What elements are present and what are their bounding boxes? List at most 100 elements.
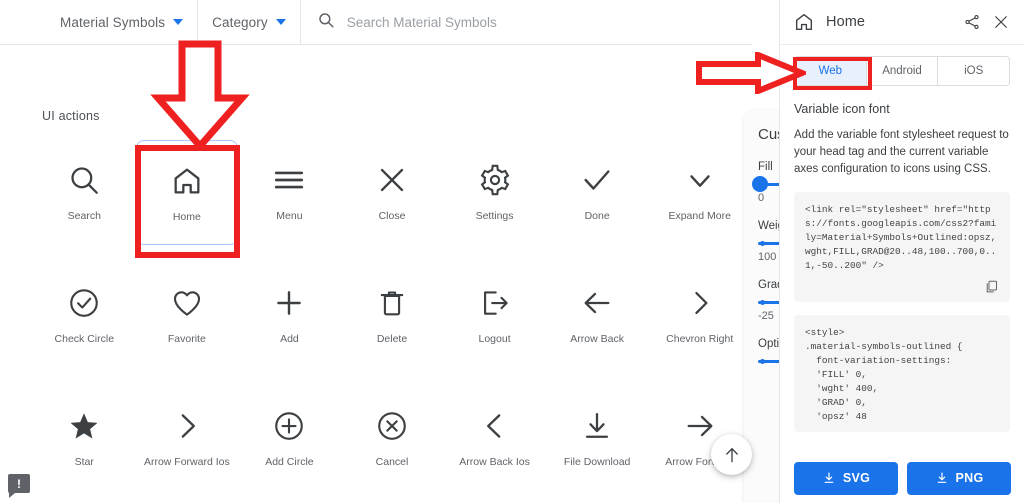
share-icon[interactable]: [963, 13, 981, 31]
icon-label: Settings: [475, 210, 514, 222]
close-icon[interactable]: [992, 13, 1010, 31]
top-toolbar: Material Symbols Category: [0, 0, 752, 45]
icon-cell-arrow-back-ios[interactable]: Arrow Back Ios: [443, 386, 546, 491]
icon-label: Close: [378, 210, 406, 222]
icon-label: Arrow Back: [570, 333, 624, 345]
icon-label: Add Circle: [265, 456, 314, 468]
check-icon: [580, 154, 614, 206]
search-input[interactable]: [346, 14, 752, 30]
variable-font-description: Add the variable font stylesheet request…: [794, 129, 1009, 175]
menu-icon: [272, 154, 306, 206]
icon-cell-logout[interactable]: Logout: [443, 263, 546, 368]
icon-cell-settings[interactable]: Settings: [443, 140, 546, 245]
search-container[interactable]: [301, 0, 752, 45]
icon-gallery: UI actions Search Home Menu Close Settin…: [0, 45, 752, 503]
icon-cell-chevron-right[interactable]: Chevron Right: [648, 263, 751, 368]
home-icon: [793, 11, 815, 33]
tab-web[interactable]: Web: [794, 56, 867, 86]
category-selector[interactable]: Category: [198, 0, 301, 45]
cancel-circle-icon: [375, 400, 409, 452]
family-selector-label: Material Symbols: [60, 14, 166, 30]
icon-cell-add-circle[interactable]: Add Circle: [238, 386, 341, 491]
chevron-left-thin-icon: [478, 400, 512, 452]
code-block-style[interactable]: <style> .material-symbols-outlined { fon…: [794, 315, 1010, 432]
code-block-link[interactable]: <link rel="stylesheet" href="https://fon…: [794, 192, 1010, 302]
chevron-down-icon: [173, 19, 184, 25]
icon-cell-file-download[interactable]: File Download: [546, 386, 649, 491]
download-icon: [937, 472, 946, 483]
variable-font-heading: Variable icon font: [794, 102, 890, 116]
icon-cell-cancel[interactable]: Cancel: [341, 386, 444, 491]
icon-label: Home: [172, 211, 201, 223]
download-icon: [824, 472, 834, 483]
star-filled-icon: [67, 400, 101, 452]
arrow-forward-icon: [683, 400, 717, 452]
download-buttons: SVG PNG: [780, 453, 1024, 503]
icon-label: File Download: [563, 456, 631, 468]
close-icon: [375, 154, 409, 206]
download-png-button[interactable]: PNG: [907, 461, 1011, 495]
icon-cell-expand-more[interactable]: Expand More: [648, 140, 751, 245]
plus-circle-icon: [272, 400, 306, 452]
download-svg-label: SVG: [842, 471, 871, 485]
icon-label: Star: [74, 456, 94, 468]
chevron-right-thin-icon: [170, 400, 204, 452]
chevron-down-icon: [275, 19, 286, 25]
icon-cell-done[interactable]: Done: [546, 140, 649, 245]
icon-label: Logout: [478, 333, 511, 345]
icon-cell-arrow-back[interactable]: Arrow Back: [546, 263, 649, 368]
download-png-label: PNG: [955, 471, 984, 485]
section-title: UI actions: [42, 109, 100, 123]
icon-label: Delete: [376, 333, 408, 345]
plus-icon: [272, 277, 306, 329]
search-icon: [67, 154, 101, 206]
icon-cell-delete[interactable]: Delete: [341, 263, 444, 368]
tab-android[interactable]: Android: [866, 56, 939, 86]
icon-cell-favorite[interactable]: Favorite: [136, 263, 239, 368]
detail-header: Home: [780, 0, 1024, 45]
icon-cell-search[interactable]: Search: [33, 140, 136, 245]
icon-cell-home[interactable]: Home: [135, 140, 239, 245]
check-circle-icon: [67, 277, 101, 329]
code-style-text: <style> .material-symbols-outlined { fon…: [805, 327, 963, 422]
icon-label: Arrow Forward Ios: [143, 456, 230, 468]
download-svg-button[interactable]: SVG: [794, 461, 898, 495]
icon-label: Favorite: [167, 333, 206, 345]
arrow-back-icon: [580, 277, 614, 329]
icon-label: Done: [584, 210, 610, 222]
fill-slider-knob[interactable]: [752, 176, 768, 192]
icon-label: Add: [280, 333, 299, 345]
icon-cell-check-circle[interactable]: Check Circle: [33, 263, 136, 368]
detail-body: Variable icon font Add the variable font…: [780, 86, 1024, 432]
code-link-text: <link rel="stylesheet" href="https://fon…: [805, 204, 997, 271]
home-icon: [170, 155, 204, 207]
weight-slider-knob[interactable]: [760, 241, 765, 246]
icon-label: Check Circle: [54, 333, 115, 345]
copy-icon[interactable]: [805, 279, 999, 294]
icon-label: Expand More: [668, 210, 731, 222]
family-selector[interactable]: Material Symbols: [0, 0, 199, 45]
scroll-to-top-button[interactable]: [711, 434, 752, 475]
category-selector-label: Category: [212, 14, 268, 30]
arrow-upward-icon: [725, 447, 738, 462]
feedback-icon[interactable]: !: [8, 474, 30, 498]
icon-label: Chevron Right: [666, 333, 734, 345]
optical-size-slider-knob[interactable]: [760, 359, 765, 364]
chevron-down-icon: [683, 154, 717, 206]
material-symbols-app: Material Symbols Category UI actions: [0, 0, 1024, 503]
icon-label: Cancel: [375, 456, 409, 468]
tab-ios[interactable]: iOS: [938, 56, 1011, 86]
icon-cell-add[interactable]: Add: [238, 263, 341, 368]
download-icon: [580, 400, 614, 452]
feedback-exclamation: !: [17, 476, 21, 491]
icon-cell-close[interactable]: Close: [341, 140, 444, 245]
icon-label: Arrow Back Ios: [459, 456, 530, 468]
icon-cell-menu[interactable]: Menu: [238, 140, 341, 245]
icon-grid: Search Home Menu Close Settings Done Exp…: [33, 140, 751, 491]
icon-label: Search: [67, 210, 101, 222]
grade-slider-knob[interactable]: [760, 300, 765, 305]
icon-detail-panel: Home Web Android iOS Variable icon font …: [779, 0, 1024, 503]
icon-cell-star[interactable]: Star: [33, 386, 136, 491]
heart-icon: [170, 277, 204, 329]
icon-cell-arrow-forward-ios[interactable]: Arrow Forward Ios: [136, 386, 239, 491]
